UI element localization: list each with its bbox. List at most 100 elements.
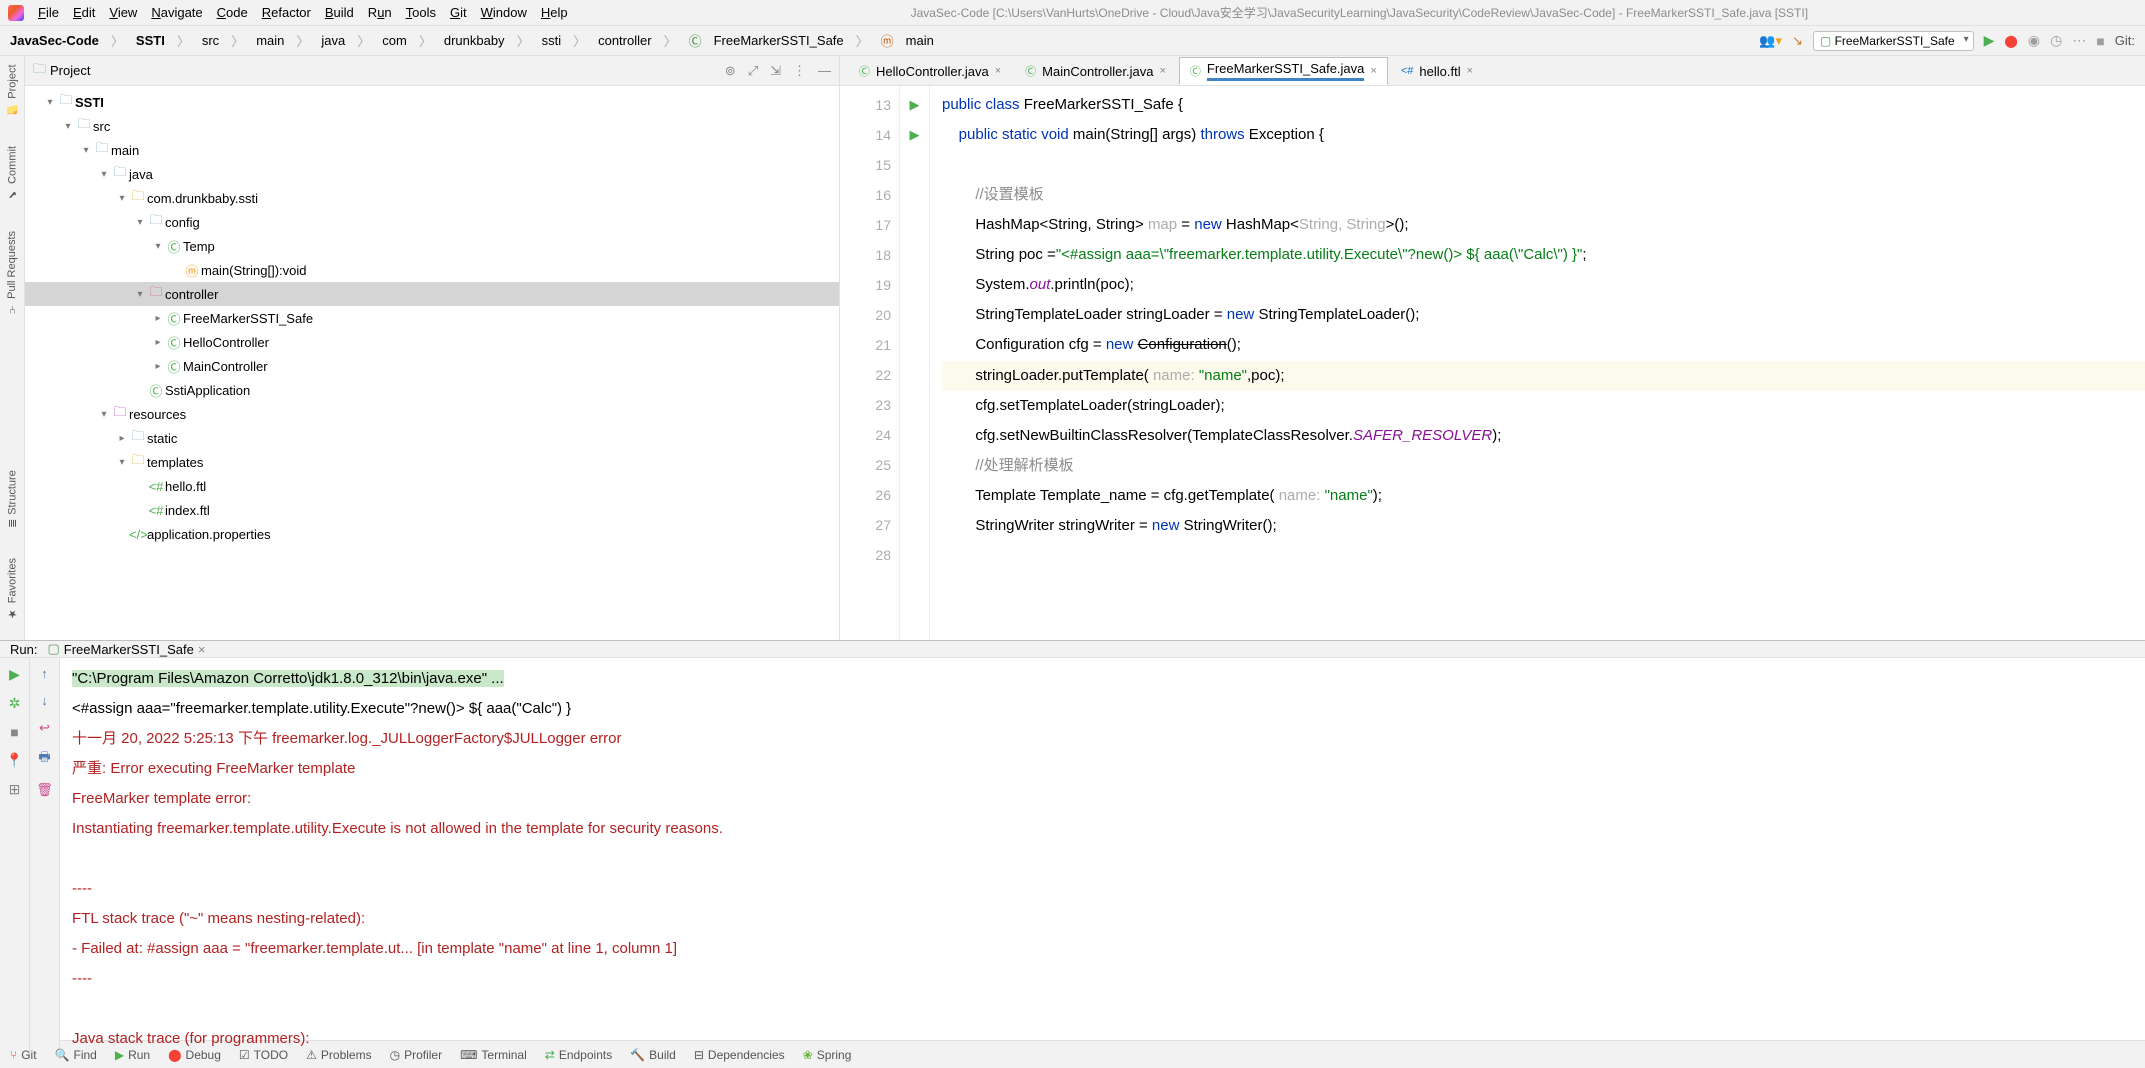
settings-icon[interactable]: ⋮ — [793, 63, 806, 79]
tree-item-resources[interactable]: ▾🗀resources — [25, 402, 839, 426]
tree-item-templates[interactable]: ▾🗀templates — [25, 450, 839, 474]
locate-icon[interactable]: ⊚ — [725, 63, 736, 79]
bottom-terminal[interactable]: ⌨Terminal — [460, 1048, 527, 1062]
tree-item-main[interactable]: ▾🗀main — [25, 138, 839, 162]
breadcrumb-controller[interactable]: controller — [598, 33, 651, 48]
bottom-profiler[interactable]: ◷Profiler — [390, 1048, 443, 1062]
breadcrumb-ssti[interactable]: ssti — [542, 33, 562, 48]
run-button[interactable]: ▶ — [1984, 32, 1995, 49]
editor-tab-hello-ftl[interactable]: <#hello.ftl× — [1390, 57, 1484, 85]
console-output[interactable]: "C:\Program Files\Amazon Corretto\jdk1.8… — [60, 658, 2145, 1060]
bottom-todo[interactable]: ☑TODO — [239, 1048, 288, 1062]
breadcrumb-com[interactable]: com — [382, 33, 407, 48]
tree-item-hello-ftl[interactable]: <#hello.ftl — [25, 474, 839, 498]
breadcrumb-src[interactable]: src — [202, 33, 219, 48]
project-folder-icon: 🗀 — [33, 60, 46, 82]
tree-item-controller[interactable]: ▾🗀controller — [25, 282, 839, 306]
breadcrumb-class[interactable]: FreeMarkerSSTI_Safe — [714, 33, 844, 48]
profiler-button[interactable]: ◷ — [2050, 32, 2062, 49]
tree-item-ssti[interactable]: ▾🗀SSTI — [25, 90, 839, 114]
breadcrumb-project[interactable]: JavaSec-Code — [10, 33, 99, 48]
tool-commit[interactable]: ✔Commit — [6, 146, 19, 201]
hide-icon[interactable]: — — [818, 63, 831, 79]
menu-tools[interactable]: Tools — [406, 5, 436, 20]
wrap-icon[interactable]: ↩ — [39, 720, 50, 736]
menu-refactor[interactable]: Refactor — [262, 5, 311, 20]
coverage-button[interactable]: ◉ — [2028, 32, 2040, 49]
menu-navigate[interactable]: Navigate — [151, 5, 202, 20]
breadcrumb-module[interactable]: SSTI — [136, 33, 165, 48]
attach-button[interactable]: ⋯ — [2072, 32, 2086, 49]
close-tab-icon[interactable]: × — [198, 642, 206, 657]
menu-window[interactable]: Window — [481, 5, 527, 20]
tool-pull-requests[interactable]: ⑂Pull Requests — [6, 231, 18, 314]
down-icon[interactable]: ↓ — [41, 693, 48, 708]
bottom-endpoints[interactable]: ⇄Endpoints — [545, 1048, 612, 1062]
tool-project[interactable]: 📁Project — [6, 64, 19, 116]
run-settings-icon[interactable]: ✲ — [9, 695, 21, 712]
bottom-problems[interactable]: ⚠Problems — [306, 1048, 371, 1062]
tool-favorites[interactable]: ★Favorites — [6, 558, 19, 620]
project-title: Project — [50, 63, 90, 78]
tool-structure[interactable]: ≣Structure — [6, 470, 19, 528]
editor-tab-hellocontroller-java[interactable]: ⒸHelloController.java× — [848, 57, 1012, 85]
run-header: Run: ▢ FreeMarkerSSTI_Safe × — [0, 641, 2145, 658]
menu-view[interactable]: View — [109, 5, 137, 20]
pin-icon[interactable]: 📍 — [6, 752, 23, 769]
tree-item-java[interactable]: ▾🗀java — [25, 162, 839, 186]
menu-run[interactable]: Run — [368, 5, 392, 20]
window-title: JavaSec-Code [C:\Users\VanHurts\OneDrive… — [911, 4, 1808, 21]
bottom-git[interactable]: ⑂Git — [10, 1048, 37, 1062]
tree-item-static[interactable]: ▸🗀static — [25, 426, 839, 450]
menu-edit[interactable]: Edit — [73, 5, 95, 20]
breadcrumb-main[interactable]: main — [256, 33, 284, 48]
tree-item-config[interactable]: ▾🗀config — [25, 210, 839, 234]
tree-item-maincontroller[interactable]: ▸ⒸMainController — [25, 354, 839, 378]
tree-item-index-ftl[interactable]: <#index.ftl — [25, 498, 839, 522]
editor-tab-freemarkerssti_safe-java[interactable]: ⒸFreeMarkerSSTI_Safe.java× — [1179, 57, 1388, 85]
tree-item-main-string----void[interactable]: ⓜmain(String[]):void — [25, 258, 839, 282]
line-number-gutter: 13141516171819202122232425262728 — [840, 86, 900, 640]
up-icon[interactable]: ↑ — [41, 666, 48, 681]
bottom-run[interactable]: ▶Run — [115, 1048, 150, 1062]
debug-button[interactable]: ⬤ — [2004, 34, 2017, 48]
menu-help[interactable]: Help — [541, 5, 568, 20]
menu-file[interactable]: File — [38, 5, 59, 20]
expand-icon[interactable]: ⤢ — [748, 63, 758, 79]
tree-item-com-drunkbaby-ssti[interactable]: ▾🗀com.drunkbaby.ssti — [25, 186, 839, 210]
main-menu-bar: File Edit View Navigate Code Refactor Bu… — [0, 0, 2145, 26]
rerun-icon[interactable]: ▶ — [9, 666, 20, 683]
stop-button[interactable]: ■ — [2096, 33, 2104, 49]
tree-item-temp[interactable]: ▾ⒸTemp — [25, 234, 839, 258]
tree-item-hellocontroller[interactable]: ▸ⒸHelloController — [25, 330, 839, 354]
collapse-icon[interactable]: ⇲ — [770, 63, 781, 79]
project-tree[interactable]: ▾🗀SSTI▾🗀src▾🗀main▾🗀java▾🗀com.drunkbaby.s… — [25, 86, 839, 640]
bottom-debug[interactable]: ⬤Debug — [168, 1048, 221, 1062]
build-hammer-icon[interactable]: ↘ — [1792, 33, 1803, 49]
breadcrumb-drunkbaby[interactable]: drunkbaby — [444, 33, 505, 48]
editor-tab-maincontroller-java[interactable]: ⒸMainController.java× — [1014, 57, 1177, 85]
git-label[interactable]: Git: — [2115, 33, 2135, 48]
bottom-dependencies[interactable]: ⊟Dependencies — [694, 1048, 785, 1062]
layout-icon[interactable]: ⊞ — [9, 781, 21, 798]
bottom-find[interactable]: 🔍Find — [55, 1048, 97, 1062]
print-icon[interactable]: 🖶 — [38, 748, 50, 770]
run-config-combo[interactable]: ▢ FreeMarkerSSTI_Safe — [1813, 31, 1974, 51]
bottom-spring[interactable]: ❀Spring — [803, 1048, 852, 1062]
trash-icon[interactable]: 🗑 — [36, 782, 53, 798]
tree-item-freemarkerssti-safe[interactable]: ▸ⒸFreeMarkerSSTI_Safe — [25, 306, 839, 330]
menu-git[interactable]: Git — [450, 5, 467, 20]
code-area: 13141516171819202122232425262728 ▶▶ publ… — [840, 86, 2145, 640]
code-with-me-icon[interactable]: 👥▾ — [1759, 33, 1782, 49]
stop-icon[interactable]: ■ — [10, 724, 18, 740]
tree-item-application-properties[interactable]: </>application.properties — [25, 522, 839, 546]
tree-item-src[interactable]: ▾🗀src — [25, 114, 839, 138]
tree-item-sstiapplication[interactable]: ⒸSstiApplication — [25, 378, 839, 402]
code-editor[interactable]: public class FreeMarkerSSTI_Safe { publi… — [930, 86, 2145, 640]
bottom-build[interactable]: 🔨Build — [630, 1048, 676, 1062]
menu-code[interactable]: Code — [217, 5, 248, 20]
breadcrumb-java[interactable]: java — [321, 33, 345, 48]
breadcrumb-method[interactable]: main — [906, 33, 934, 48]
menu-build[interactable]: Build — [325, 5, 354, 20]
navigation-bar: JavaSec-Code 〉 SSTI 〉 src 〉 main 〉 java … — [0, 26, 2145, 56]
